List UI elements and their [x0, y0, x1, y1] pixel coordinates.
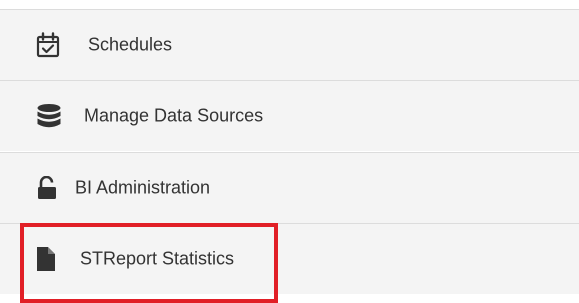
- menu-item-label: BI Administration: [75, 177, 211, 198]
- database-icon: [37, 104, 61, 128]
- admin-menu: Schedules Manage Data Sources BI Adminis…: [0, 0, 579, 303]
- menu-top-edge: [0, 0, 579, 9]
- menu-item-label: Manage Data Sources: [84, 105, 264, 126]
- calendar-check-icon: [36, 32, 60, 58]
- menu-item-label: Schedules: [88, 34, 173, 55]
- menu-item-label: STReport Statistics: [80, 248, 235, 269]
- unlock-icon: [38, 176, 56, 199]
- menu-item-streport-statistics[interactable]: STReport Statistics: [0, 223, 579, 294]
- menu-item-schedules[interactable]: Schedules: [0, 9, 579, 80]
- menu-item-bi-administration[interactable]: BI Administration: [0, 152, 579, 223]
- file-icon: [37, 247, 55, 271]
- menu-item-manage-data-sources[interactable]: Manage Data Sources: [0, 80, 579, 151]
